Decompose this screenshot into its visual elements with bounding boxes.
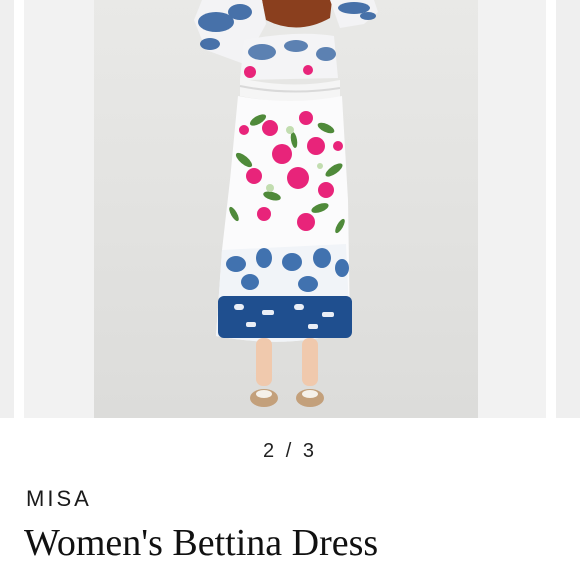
product-image-carousel[interactable] bbox=[0, 0, 580, 418]
product-brand[interactable]: MISA bbox=[26, 486, 92, 512]
next-slide-peek[interactable] bbox=[556, 0, 580, 418]
product-photo[interactable] bbox=[94, 0, 478, 418]
image-page-indicator: 2 / 3 bbox=[263, 440, 317, 462]
previous-slide-edge[interactable] bbox=[24, 0, 94, 418]
product-title: Women's Bettina Dress bbox=[24, 522, 379, 564]
next-slide-edge[interactable] bbox=[478, 0, 546, 418]
previous-slide-peek[interactable] bbox=[0, 0, 14, 418]
dress-illustration bbox=[94, 0, 478, 418]
